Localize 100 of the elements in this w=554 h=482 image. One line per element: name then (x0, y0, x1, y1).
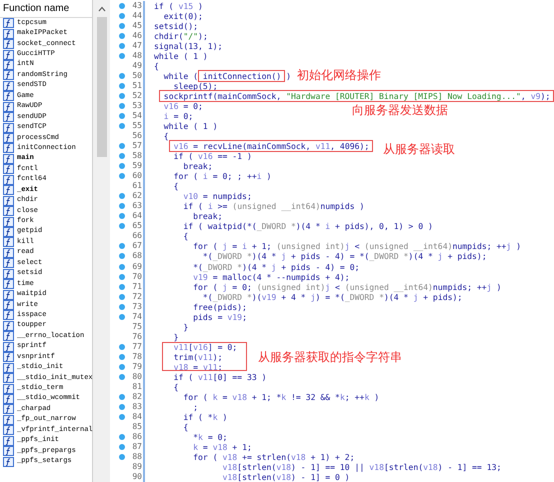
scrollbar[interactable] (93, 0, 110, 482)
function-icon (3, 185, 14, 196)
code-line: if ( v16 == -1 ) (172, 151, 252, 162)
code-line: sleep(5); (172, 80, 218, 91)
annotation-text: 从服务器读取 (383, 142, 455, 156)
line-number: 76 (131, 332, 142, 342)
line-number: 86 (131, 432, 142, 442)
code-line: signal(13, 1); (154, 40, 222, 51)
code-line: *(_DWORD *)(4 * j + pids - 4) = 0; (192, 262, 360, 272)
code-line: while ( 1 ) (154, 50, 208, 61)
function-icon (3, 446, 14, 456)
function-icon (3, 279, 14, 290)
function-icon (3, 226, 14, 237)
line-number: 85 (131, 422, 142, 432)
function-icon (3, 80, 14, 91)
line-number: 44 (131, 10, 142, 21)
line-number: 65 (131, 221, 142, 232)
line-number: 81 (131, 382, 142, 392)
code-line: for ( k = v18 + 1; *k != 32 && *k; ++k ) (182, 392, 380, 402)
code-line: if ( v11[0] == 33 ) (172, 372, 267, 382)
scrollbar-thumb[interactable] (96, 17, 106, 157)
code-line: *k = 0; (192, 432, 228, 442)
line-number: 56 (131, 131, 142, 142)
line-number: 46 (131, 30, 142, 41)
line-number: 61 (131, 181, 142, 192)
scroll-up-icon[interactable] (98, 6, 106, 12)
function-icon (3, 154, 14, 164)
annotation-text: 初始化网络操作 (297, 68, 381, 82)
annotation-text: 向服务器发送数据 (352, 103, 448, 117)
code-line: chdir("/"); (154, 30, 208, 41)
function-icon (3, 268, 14, 279)
function-icon (3, 112, 14, 122)
function-icon (3, 237, 14, 248)
code-line: break; (192, 211, 222, 222)
function-icon (3, 60, 14, 70)
function-icon (3, 196, 14, 206)
code-line: for ( i = 0; ; ++i ) (172, 171, 272, 182)
function-icon (3, 50, 14, 60)
line-number: 43 (131, 0, 142, 11)
function-icon (3, 216, 14, 227)
code-line: v10 = numpids; (182, 191, 252, 202)
function-icon (3, 39, 14, 50)
function-icon (3, 352, 14, 362)
function-icon (3, 258, 14, 268)
code-line: for ( j = i + 1; (unsigned int)j < (unsigned __int64)numpids; ++j ) (192, 241, 521, 252)
code-line: } (182, 322, 188, 332)
code-line: v18[strlen(v18) - 1] == 10 || v18[strlen(v18) - 1] == 13; (221, 462, 502, 472)
line-number: 48 (131, 50, 142, 61)
code-line: while ( 1 ) (162, 121, 218, 132)
function-icon (3, 404, 14, 414)
function-icon (3, 384, 14, 394)
function-icon (3, 300, 14, 310)
code-line: i = 0; (162, 111, 194, 122)
code-line: { (172, 181, 178, 192)
function-icon (3, 174, 14, 185)
function-icon (3, 206, 14, 216)
line-number: 89 (131, 462, 142, 472)
function-icon (3, 133, 14, 144)
line-number: 88 (131, 452, 142, 462)
line-number: 54 (131, 111, 142, 122)
function-icon (3, 310, 14, 320)
line-number: 82 (131, 392, 142, 402)
line-number: 87 (131, 442, 142, 452)
code-line: free(pids); (192, 302, 247, 312)
function-icon (3, 373, 14, 384)
line-number: 47 (131, 40, 142, 51)
line-number: 90 (131, 472, 142, 482)
line-number: 60 (131, 171, 142, 182)
code-line: { (162, 131, 169, 142)
function-icon (3, 436, 14, 446)
function-icon (3, 164, 14, 174)
annotation-text: 从服务器获取的指令字符串 (258, 350, 402, 364)
function-icon (3, 143, 14, 154)
line-number: 77 (131, 342, 142, 352)
line-number: 75 (131, 322, 142, 332)
line-number: 57 (131, 141, 142, 152)
function-icon (3, 320, 14, 331)
code-line: { (154, 60, 159, 71)
function-icon (3, 394, 14, 404)
code-line: v16 = 0; (162, 101, 203, 112)
line-number: 72 (131, 292, 142, 302)
function-icon (3, 331, 14, 342)
code-line: v18[strlen(v18) - 1] = 0 ) (221, 472, 350, 482)
line-number: 53 (131, 101, 142, 112)
line-number: 45 (131, 20, 142, 31)
line-number: 64 (131, 211, 142, 222)
line-number: 71 (131, 282, 142, 292)
line-number: 66 (131, 231, 142, 242)
code-line: while ( initConnection() ) (162, 70, 291, 81)
function-icon (3, 248, 14, 258)
line-number: 62 (131, 191, 142, 202)
line-number: 80 (131, 372, 142, 382)
code-line: for ( v18 += strlen(v18 + 1) + 2; (192, 452, 355, 462)
line-number: 49 (131, 60, 142, 71)
line-number: 58 (131, 151, 142, 162)
code-line: } (172, 332, 178, 342)
function-icon (3, 102, 14, 112)
line-number: 67 (131, 241, 142, 252)
code-line: if ( v15 ) (154, 0, 203, 11)
line-number: 74 (131, 312, 142, 322)
